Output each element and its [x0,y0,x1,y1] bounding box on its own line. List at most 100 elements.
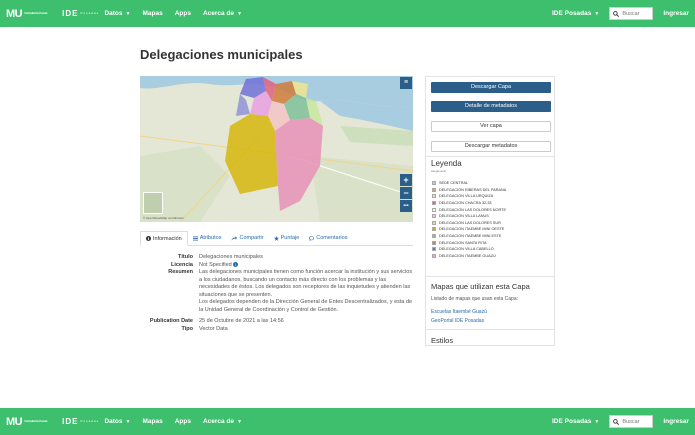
summary-paragraph-1: Las delegaciones municipales tienen como… [199,269,413,298]
legend-swatch [432,220,436,225]
legend-swatch [432,247,436,252]
divider [426,329,554,330]
chevron-down-icon: ▼ [125,11,131,17]
zoom-controls: + − ••• [400,174,412,212]
zoom-in-button[interactable]: + [400,174,412,186]
legend-swatch [432,234,436,239]
map-link-geoportal[interactable]: GeoPortal IDE Posadas [431,318,484,324]
nav-apps[interactable]: Apps [175,10,191,17]
legend-label: DELEGACION CHACRA 32-33 [439,201,492,206]
metadata-detail-button[interactable]: Detalle de metadatos [431,101,551,112]
search-input[interactable]: Buscar [609,7,654,20]
page-title: Delegaciones municipales [140,47,303,62]
map-link-escuelas[interactable]: Escuelas Itaembé Guazú [431,309,487,315]
legend-label: DELEGACION LAS DOLORES SUR [439,220,501,225]
layer-sidebar: Descargar Capa Detalle de metadatos Ver … [425,76,555,346]
share-icon [231,235,238,240]
map-attribution: © OpenStreetMap contributors [143,216,184,220]
municipality-logo[interactable]: MU Municipalidad de Posadas [6,8,54,20]
top-navbar: MU Municipalidad de Posadas IDE Posadas … [0,0,695,27]
view-layer-button[interactable]: Ver capa [431,121,551,132]
legend-item: DELEGACION CHACRA 32-33 [432,200,506,207]
tab-atributos[interactable]: Atributos [188,231,227,245]
comment-icon [309,235,315,241]
legend-label: DELEGACION LAS DOLORES NORTE [439,207,507,212]
legend-swatch [432,207,436,212]
legend-swatch [432,214,436,219]
publication-date-value: 25 de Octubre de 2021 a las 14:56 [199,318,284,324]
legend-label: DELEGACION VILLA CABELLO [439,247,494,252]
nav-acerca[interactable]: Acerca de ▼ [203,10,242,17]
maps-section-title: Mapas que utilizan esta Capa [431,282,530,291]
info-tabs: Información Atributos Compartir Puntaje … [140,231,413,246]
legend-list: SEDE CENTRAL DELEGACION RIBERAS DEL PARAN… [432,180,506,259]
search-input[interactable]: Buscar [609,415,654,428]
legend-label: DELEGACION ITAEMBE GUAZU [439,253,496,258]
search-icon [613,418,620,425]
layer-switcher-button[interactable]: ≡ [400,77,412,89]
metadata-panel: Título Delegaciones municipales Licencia… [149,254,413,332]
legend-swatch [432,240,436,245]
type-value: Vector Data [199,325,228,332]
styles-section-title: Estilos [431,336,454,345]
legend-swatch [432,181,436,186]
tab-comentarios[interactable]: Comentarios [304,231,352,245]
region-selector[interactable]: IDE Posadas ▼ [552,418,599,425]
legend-swatch [432,194,436,199]
map-canvas [140,76,413,222]
chevron-down-icon: ▼ [594,11,600,17]
region-selector[interactable]: IDE Posadas ▼ [552,10,599,17]
tab-puntaje[interactable]: Puntaje [269,231,305,245]
chevron-down-icon: ▼ [237,11,242,17]
legend-label: DELEGACION ITAEMBE MINI OESTE [439,227,505,232]
overview-map[interactable] [143,192,163,214]
divider [426,156,554,157]
license-value: Not Specified [199,261,232,268]
download-layer-button[interactable]: Descargar Capa [431,82,551,93]
legend-title: Leyenda [431,159,462,168]
municipality-logo[interactable]: MU Municipalidad de Posadas [6,416,54,428]
nav-acerca[interactable]: Acerca de ▼ [203,418,242,425]
legend-swatch [432,253,436,258]
legend-label: DELEGACION VILLA URQUIZA [439,194,494,199]
maps-list-caption: Listado de mapas que usan esta Capa: [431,296,519,302]
legend-label: SEDE CENTRAL [439,181,469,186]
login-link[interactable]: Ingresar [663,418,689,425]
chevron-down-icon: ▼ [594,419,600,425]
chevron-down-icon: ▼ [237,419,242,425]
legend-item: DELEGACION ITAEMBE MINI OESTE [432,226,506,233]
download-metadata-button[interactable]: Descargar metadatos [431,141,551,152]
legend-swatch [432,201,436,206]
nav-mapas[interactable]: Mapas [142,418,162,425]
zoom-out-button[interactable]: − [400,187,412,199]
legend-swatch [432,227,436,232]
info-icon [146,236,151,241]
layer-map[interactable]: layers-icon ≡ + − ••• © OpenStreetMap co… [140,76,413,222]
nav-datos[interactable]: Datos ▼ [104,418,130,425]
legend-item: DELEGACION ITAEMBE GUAZU [432,253,506,260]
legend-item: DELEGACION VILLA URQUIZA [432,193,506,200]
search-icon [613,10,620,17]
legend-item: SEDE CENTRAL [432,180,506,187]
legend-item: DELEGACION LAS DOLORES NORTE [432,206,506,213]
nav-mapas[interactable]: Mapas [142,10,162,17]
nav-datos[interactable]: Datos ▼ [104,10,130,17]
license-info-icon[interactable]: i [232,261,238,267]
legend-item: DELEGACION ITAEMBE MINI ESTE [432,233,506,240]
ide-logo[interactable]: IDE Posadas [62,9,98,18]
login-link[interactable]: Ingresar [663,10,689,17]
star-icon [273,235,279,241]
legend-item: DELEGACION LAS DOLORES SUR [432,220,506,227]
summary-paragraph-2: Los delegados dependen de la Dirección G… [199,299,413,313]
legend-label: DELEGACION RIBERAS DEL PARANA [439,187,507,192]
list-icon [192,236,198,240]
tab-compartir[interactable]: Compartir [226,231,268,245]
tab-informacion[interactable]: Información [140,231,188,246]
nav-apps[interactable]: Apps [175,418,191,425]
legend-label: DELEGACION ITAEMBE MINI ESTE [439,234,502,239]
legend-item: DELEGACION VILLA LANUS [432,213,506,220]
title-value: Delegaciones municipales [199,254,263,260]
ide-logo[interactable]: IDE Posadas [62,417,98,426]
chevron-down-icon: ▼ [125,419,131,425]
more-options-button[interactable]: ••• [400,200,412,212]
